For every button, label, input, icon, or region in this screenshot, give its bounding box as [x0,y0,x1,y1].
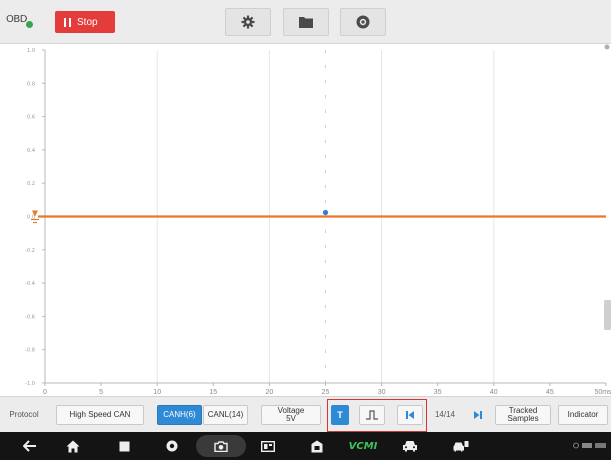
protocol-select[interactable]: High Speed CAN [56,405,144,425]
back-button[interactable] [18,432,42,460]
vci-icon [311,440,323,452]
x-tick-label: 45 [546,389,554,396]
obd-status-icon [26,21,33,28]
voltage-value: 5V [286,414,296,423]
y-tick-label: -0.2 [25,248,35,254]
last-frame-button[interactable] [469,405,487,425]
y-tick-label: -0.6 [25,314,35,320]
vci-button[interactable] [305,432,329,460]
x-tick-label: 5 [99,389,103,396]
x-tick-label: 20 [266,389,274,396]
car-button[interactable] [398,432,422,460]
indicator-button[interactable]: Indicator [558,405,608,425]
status-icons [573,442,606,449]
skip-last-icon [474,411,482,419]
y-tick-label: 0.2 [27,181,35,187]
top-toolbar: OBD Stop [0,0,611,44]
skip-first-icon [406,411,414,419]
system-nav-bar: VCMI [0,432,611,460]
rising-edge-icon [366,410,378,420]
y-tick-label: 0.6 [27,115,35,121]
control-bar: Protocol High Speed CAN CANH(6) CANL(14)… [0,396,611,432]
recent-apps-button[interactable] [112,432,136,460]
can-high-button[interactable]: CANH(6) [157,405,202,425]
edge-button[interactable] [359,405,385,425]
car-service-icon [453,441,469,452]
y-tick-label: -1.0 [25,381,35,387]
y-tick-label: -0.8 [25,348,35,354]
x-tick-label: 40 [490,389,498,396]
x-tick-label: 0 [43,389,47,396]
x-tick-label: 15 [209,389,217,396]
camera-icon [214,440,228,452]
home-icon [66,440,80,452]
waveform-chart: 1.00.80.60.40.20.0-0.2-0.4-0.6-0.8-1.00 5… [25,44,611,396]
page-indicator: 14/14 [434,410,456,419]
x-tick-label: 50ms [594,389,611,396]
waveform-plot[interactable]: 1.0 0.8 0.6 0.4 0.2 0.0 -0.2 -0.4 -0.6 -0.8 -1.0 0 5… [0,44,611,396]
gear-icon [241,15,255,29]
x-tick-label: 10 [153,389,161,396]
car-icon [403,441,417,452]
trigger-point-marker [322,209,329,216]
trigger-button[interactable]: T [331,405,349,425]
scroll-handle [604,300,611,330]
can-low-button[interactable]: CANL(14) [203,405,248,425]
help-icon [356,15,370,29]
first-frame-button[interactable] [397,405,423,425]
pause-icon [64,17,71,27]
x-tick-label: 25 [322,389,330,396]
y-tick-label: 0.8 [27,81,35,87]
screen-record-icon [261,440,275,452]
tracked-samples-button[interactable]: Tracked Samples [495,405,551,425]
obd-label: OBD [6,14,27,25]
car-service-button[interactable] [449,432,473,460]
vcm-label: VCMI [348,440,378,452]
x-tick-label: 30 [378,389,386,396]
screen-record-button[interactable] [256,432,280,460]
help-button[interactable] [340,8,386,36]
vcm-button[interactable]: VCMI [348,432,378,460]
zoom-handle-icon [604,44,610,50]
back-icon [23,440,36,452]
folder-icon [299,17,313,28]
camera-button[interactable] [209,432,233,460]
stop-label: Stop [77,16,98,28]
browser-button[interactable] [160,432,184,460]
protocol-label: Protocol [9,410,39,419]
voltage-button[interactable]: Voltage 5V [261,405,321,425]
settings-button[interactable] [225,8,271,36]
status-indicators [573,442,607,451]
samples-label: Samples [507,414,539,423]
browser-icon [166,440,178,452]
file-button[interactable] [283,8,329,36]
x-tick-label: 35 [434,389,442,396]
y-tick-label: 0.4 [27,148,35,154]
app-root: OBD Stop 1.0 0.8 0.6 0.4 0.2 0.0 -0.2 -0… [0,0,611,460]
home-button[interactable] [61,432,85,460]
y-tick-label: -0.4 [25,281,35,287]
recent-apps-icon [119,441,129,451]
y-tick-label: 1.0 [27,48,35,54]
stop-button[interactable]: Stop [55,11,115,33]
